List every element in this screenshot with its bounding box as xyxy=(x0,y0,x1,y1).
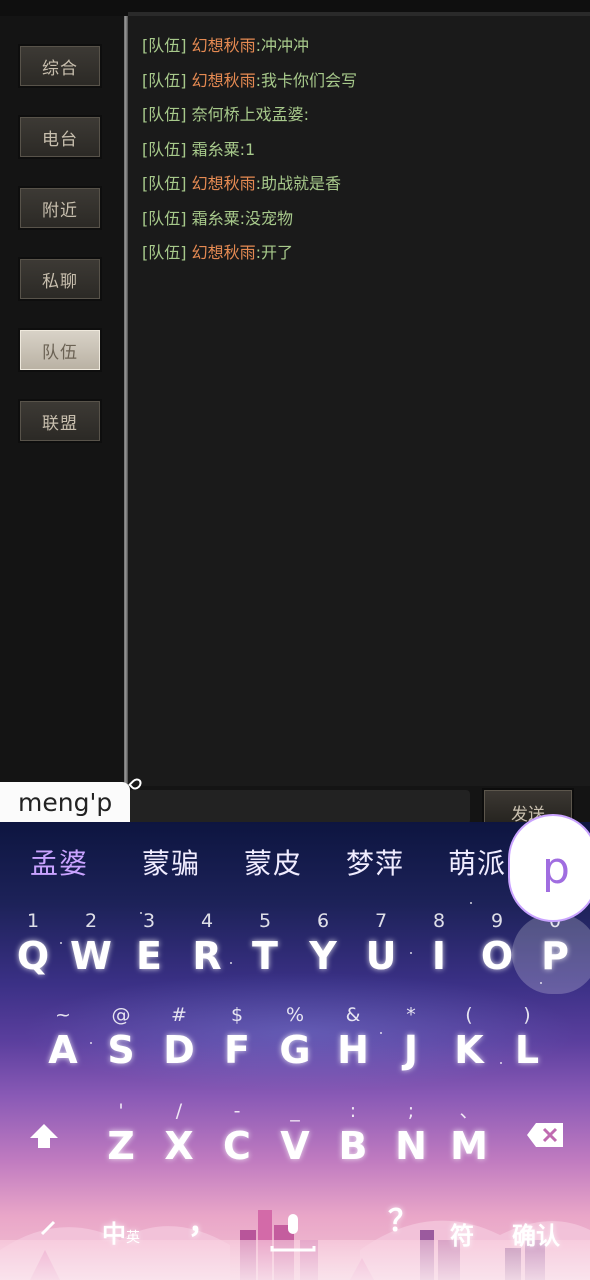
key-w[interactable]: 2W xyxy=(63,908,119,988)
key-h[interactable]: & H xyxy=(325,1002,381,1082)
candidate-word[interactable]: 孟婆 xyxy=(30,842,88,882)
chat-message: [队伍] 霜糸粟:1 xyxy=(142,139,256,159)
candidate-word[interactable]: 萌派 xyxy=(448,842,506,882)
panel-divider xyxy=(124,16,128,786)
ime-keyboard: 孟婆 蒙骗 蒙皮 梦萍 萌派 1Q 2W 3E 4R 5T 6Y 7U 8I 9… xyxy=(0,822,590,1280)
key-j[interactable]: * J xyxy=(383,1002,439,1082)
message-text: 冲冲冲 xyxy=(261,36,310,55)
key-e[interactable]: 3E xyxy=(121,908,177,988)
channel-tab-radio[interactable]: 电台 xyxy=(18,115,102,159)
chat-message: [队伍] 幻想秋雨:冲冲冲 xyxy=(142,36,310,55)
chat-message: [队伍] 奈何桥上戏孟婆: xyxy=(142,105,309,124)
candidate-word[interactable]: 蒙骗 xyxy=(142,842,200,882)
sender-name[interactable]: 幻想秋雨 xyxy=(192,174,256,193)
channel-tab-team[interactable]: 队伍 xyxy=(18,328,102,372)
channel-tab-alliance[interactable]: 联盟 xyxy=(18,399,102,443)
message-text: 开了 xyxy=(261,243,294,262)
key-l[interactable]: ) L xyxy=(499,1002,555,1082)
backspace-icon xyxy=(527,1123,563,1147)
top-strip xyxy=(0,0,590,16)
channel-tab-private[interactable]: 私聊 xyxy=(18,257,102,301)
comma-key[interactable]: ， xyxy=(188,1198,218,1242)
chat-message: [队伍] 幻想秋雨:开了 xyxy=(142,243,294,262)
symbols-key[interactable]: 符 xyxy=(450,1216,474,1251)
key-x[interactable]: / X xyxy=(151,1098,207,1178)
channel-tag: [队伍] xyxy=(142,105,187,124)
language-toggle-key[interactable]: 中英 xyxy=(102,1214,140,1250)
key-g[interactable]: % G xyxy=(267,1002,323,1082)
channel-tag: [队伍] xyxy=(142,70,187,90)
chat-message: [队伍] 幻想秋雨:我卡你们会写 xyxy=(142,70,358,90)
game-chat-window: 综合 电台 附近 私聊 队伍 联盟 [队伍] 幻想秋雨:冲冲冲 [队伍] 幻想秋… xyxy=(0,0,590,826)
question-mark-key[interactable]: ？ xyxy=(388,1196,418,1240)
sender-name[interactable]: 幻想秋雨 xyxy=(192,243,256,262)
key-v[interactable]: _ V xyxy=(267,1098,323,1178)
key-n[interactable]: ; N xyxy=(383,1098,439,1178)
key-u[interactable]: 7U xyxy=(353,908,409,988)
channel-tag: [队伍] xyxy=(142,36,187,55)
space-key[interactable] xyxy=(268,1212,318,1252)
channel-tag: [队伍] xyxy=(142,243,187,262)
sender-name[interactable]: 霜糸粟 xyxy=(192,209,240,228)
key-i[interactable]: 8I xyxy=(411,908,467,988)
microphone-icon xyxy=(270,1214,316,1252)
key-q[interactable]: 1Q xyxy=(5,908,61,988)
chat-message: [队伍] 霜糸粟:没宠物 xyxy=(142,208,294,228)
collapse-keyboard-key[interactable] xyxy=(38,1218,58,1238)
candidate-word[interactable]: 蒙皮 xyxy=(244,842,302,882)
message-list: [队伍] 幻想秋雨:冲冲冲 [队伍] 幻想秋雨:我卡你们会写 [队伍] 奈何桥上… xyxy=(142,32,582,274)
message-text: 没宠物 xyxy=(245,208,294,228)
key-s[interactable]: @ S xyxy=(93,1002,149,1082)
message-text: 1 xyxy=(245,139,256,159)
channel-tab-general[interactable]: 综合 xyxy=(18,44,102,88)
key-k[interactable]: (K xyxy=(441,1002,497,1082)
sender-name[interactable]: 奈何桥上戏孟婆 xyxy=(192,105,304,124)
key-a[interactable]: ~ A xyxy=(35,1002,91,1082)
candidate-word[interactable]: 梦萍 xyxy=(346,842,404,882)
key-z[interactable]: ' Z xyxy=(93,1098,149,1178)
key-r[interactable]: 4R xyxy=(179,908,235,988)
key-f[interactable]: $ F xyxy=(209,1002,265,1082)
confirm-key[interactable]: 确认 xyxy=(512,1216,560,1251)
ime-composition-text: meng'p xyxy=(0,782,130,824)
key-m[interactable]: 、 M xyxy=(441,1098,497,1178)
sender-name[interactable]: 幻想秋雨 xyxy=(192,36,256,55)
key-preview-popup: p xyxy=(508,814,590,922)
shift-arrow-icon xyxy=(30,1124,58,1148)
shift-key[interactable] xyxy=(26,1118,66,1158)
channel-tab-nearby[interactable]: 附近 xyxy=(18,186,102,230)
sender-name[interactable]: 霜糸粟 xyxy=(192,140,240,159)
channel-tag: [队伍] xyxy=(142,208,187,228)
candidate-bar: 孟婆 蒙骗 蒙皮 梦萍 萌派 xyxy=(0,822,590,896)
key-t[interactable]: 5T xyxy=(237,908,293,988)
pen-icon xyxy=(40,1220,56,1236)
channel-tag: [队伍] xyxy=(142,139,187,159)
key-b[interactable]: :B xyxy=(325,1098,381,1178)
chat-message: [队伍] 幻想秋雨:助战就是香 xyxy=(142,174,342,193)
sender-name[interactable]: 幻想秋雨 xyxy=(192,71,256,90)
backspace-key[interactable] xyxy=(526,1120,566,1150)
key-d[interactable]: # D xyxy=(151,1002,207,1082)
message-text: 我卡你们会写 xyxy=(261,70,358,90)
key-y[interactable]: 6Y xyxy=(295,908,351,988)
channel-tag: [队伍] xyxy=(142,174,187,193)
chat-input[interactable] xyxy=(128,790,470,824)
message-text: 助战就是香 xyxy=(261,174,342,193)
key-c[interactable]: -C xyxy=(209,1098,265,1178)
